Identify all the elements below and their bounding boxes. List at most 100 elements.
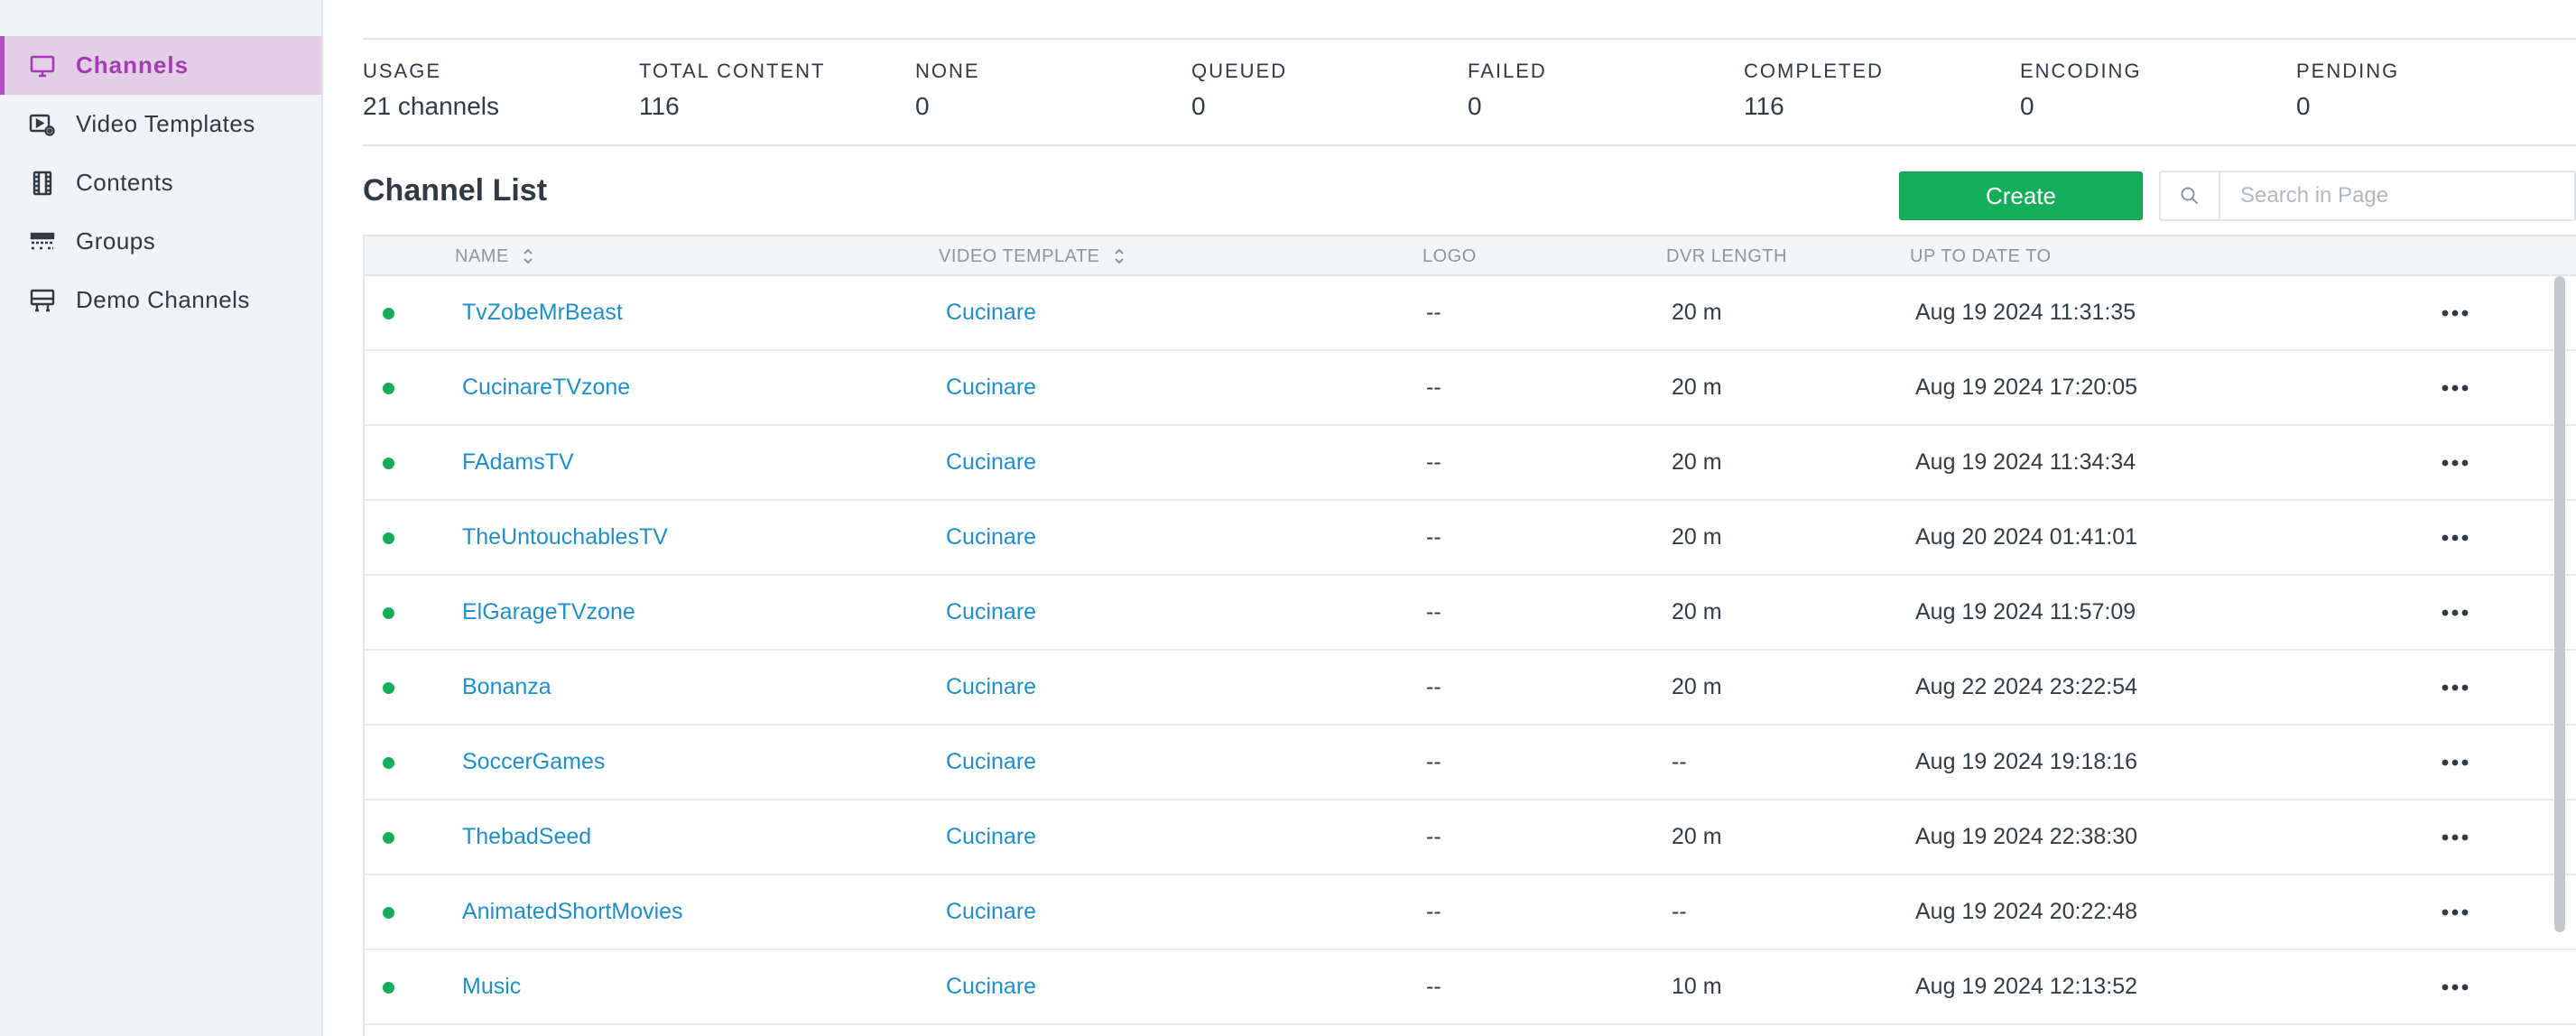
scrollbar-thumb[interactable] bbox=[2554, 276, 2565, 932]
film-strip-icon bbox=[27, 168, 58, 199]
more-options-icon[interactable] bbox=[2437, 426, 2473, 499]
logo-cell: -- bbox=[1426, 974, 1441, 999]
stat-label: TOTAL CONTENT bbox=[639, 60, 826, 82]
table-row: Music Cucinare -- 10 m Aug 19 2024 12:13… bbox=[365, 950, 2576, 1025]
up-to-date-cell: Aug 19 2024 17:20:05 bbox=[1915, 375, 2138, 400]
up-to-date-cell: Aug 19 2024 11:57:09 bbox=[1915, 599, 2136, 624]
video-template-link[interactable]: Cucinare bbox=[946, 501, 1036, 574]
stat-value: 116 bbox=[639, 92, 680, 120]
more-options-icon[interactable] bbox=[2437, 351, 2473, 424]
stat-completed: COMPLETED 116 bbox=[1744, 60, 1884, 121]
channel-name-link[interactable]: AnimatedShortMovies bbox=[462, 875, 683, 948]
logo-cell: -- bbox=[1426, 300, 1441, 325]
channel-name-link[interactable]: Bonanza bbox=[462, 651, 551, 724]
sidebar-item-video-templates[interactable]: Video Templates bbox=[0, 95, 321, 153]
more-options-icon[interactable] bbox=[2437, 800, 2473, 874]
dvr-length-cell: 20 m bbox=[1672, 824, 1722, 849]
monitor-icon bbox=[27, 51, 58, 81]
stat-value: 116 bbox=[1744, 92, 1784, 120]
table-header: NAME VIDEO TEMPLATE LOGO DVR LENGTH UP T… bbox=[365, 236, 2576, 276]
sidebar-item-groups[interactable]: Groups bbox=[0, 212, 321, 271]
status-dot bbox=[383, 308, 394, 319]
video-template-link[interactable]: Cucinare bbox=[946, 800, 1036, 874]
dvr-length-cell: 20 m bbox=[1672, 449, 1722, 475]
table-row: FAdamsTV Cucinare -- 20 m Aug 19 2024 11… bbox=[365, 426, 2576, 501]
table-scrollbar[interactable] bbox=[2554, 276, 2565, 1036]
channel-name-link[interactable]: SoccerGames bbox=[462, 726, 605, 799]
stat-value: 0 bbox=[2020, 92, 2034, 120]
sidebar-item-contents[interactable]: Contents bbox=[0, 153, 321, 212]
column-header-video-template[interactable]: VIDEO TEMPLATE bbox=[939, 236, 1126, 276]
table-row: TvZobeMrBeast Cucinare -- 20 m Aug 19 20… bbox=[365, 276, 2576, 351]
more-options-icon[interactable] bbox=[2437, 875, 2473, 948]
more-options-icon[interactable] bbox=[2437, 950, 2473, 1023]
stats-bar: USAGE 21 channels TOTAL CONTENT 116 NONE… bbox=[363, 60, 2576, 144]
status-dot bbox=[383, 832, 394, 844]
page-title: Channel List bbox=[363, 173, 548, 208]
stat-value: 0 bbox=[915, 92, 930, 120]
logo-cell: -- bbox=[1426, 524, 1441, 550]
column-header-name[interactable]: NAME bbox=[455, 236, 534, 276]
column-header-up-to-date-to: UP TO DATE TO bbox=[1910, 236, 2052, 276]
video-settings-icon bbox=[27, 109, 58, 140]
more-options-icon[interactable] bbox=[2437, 651, 2473, 724]
channel-name-link[interactable]: Music bbox=[462, 950, 521, 1023]
column-header-label: UP TO DATE TO bbox=[1910, 245, 2052, 266]
sidebar-item-label: Channels bbox=[76, 51, 190, 79]
sidebar-item-label: Demo Channels bbox=[76, 286, 250, 313]
logo-cell: -- bbox=[1426, 599, 1441, 624]
table-row: TheUntouchablesTV Cucinare -- 20 m Aug 2… bbox=[365, 501, 2576, 576]
column-header-label: LOGO bbox=[1422, 245, 1477, 266]
up-to-date-cell: Aug 19 2024 11:34:34 bbox=[1915, 449, 2136, 475]
video-template-link[interactable]: Cucinare bbox=[946, 875, 1036, 948]
up-to-date-cell: Aug 19 2024 12:13:52 bbox=[1915, 974, 2138, 999]
sidebar-nav: Channels Video Templates Contents Groups… bbox=[0, 36, 321, 329]
status-dot bbox=[383, 532, 394, 544]
logo-cell: -- bbox=[1426, 449, 1441, 475]
logo-cell: -- bbox=[1426, 824, 1441, 849]
sort-icon[interactable] bbox=[522, 247, 534, 265]
video-template-link[interactable]: Cucinare bbox=[946, 576, 1036, 649]
sidebar-item-label: Video Templates bbox=[76, 110, 255, 137]
more-options-icon[interactable] bbox=[2437, 276, 2473, 349]
channel-name-link[interactable]: FAdamsTV bbox=[462, 426, 574, 499]
sidebar-item-label: Contents bbox=[76, 169, 174, 196]
search-box bbox=[2159, 171, 2576, 221]
channel-name-link[interactable]: ElGarageTVzone bbox=[462, 576, 635, 649]
video-template-link[interactable]: Cucinare bbox=[946, 276, 1036, 349]
sidebar-item-channels[interactable]: Channels bbox=[0, 36, 321, 95]
more-options-icon[interactable] bbox=[2437, 501, 2473, 574]
sidebar-item-label: Groups bbox=[76, 227, 156, 254]
channel-name-link[interactable]: CucinareTVzone bbox=[462, 351, 630, 424]
column-header-label: DVR LENGTH bbox=[1666, 245, 1787, 266]
create-button[interactable]: Create bbox=[1899, 171, 2143, 220]
divider bbox=[363, 144, 2576, 146]
stat-label: ENCODING bbox=[2020, 60, 2142, 82]
channel-name-link[interactable]: ThebadSeed bbox=[462, 800, 591, 874]
up-to-date-cell: Aug 19 2024 19:18:16 bbox=[1915, 749, 2138, 774]
main-content: USAGE 21 channels TOTAL CONTENT 116 NONE… bbox=[323, 0, 2576, 1036]
video-template-link[interactable]: Cucinare bbox=[946, 950, 1036, 1023]
column-header-dvr-length: DVR LENGTH bbox=[1666, 236, 1787, 276]
more-options-icon[interactable] bbox=[2437, 726, 2473, 799]
video-template-link[interactable]: Cucinare bbox=[946, 651, 1036, 724]
video-template-link[interactable]: Cucinare bbox=[946, 351, 1036, 424]
channel-name-link[interactable]: TheUntouchablesTV bbox=[462, 501, 668, 574]
sidebar: Channels Video Templates Contents Groups… bbox=[0, 0, 323, 1036]
channel-name-link[interactable]: TvZobeMrBeast bbox=[462, 276, 623, 349]
more-options-icon[interactable] bbox=[2437, 576, 2473, 649]
dvr-length-cell: -- bbox=[1672, 899, 1687, 924]
sort-icon[interactable] bbox=[1113, 247, 1126, 265]
sidebar-item-demo-channels[interactable]: Demo Channels bbox=[0, 271, 321, 329]
dvr-length-cell: 20 m bbox=[1672, 599, 1722, 624]
stat-label: USAGE bbox=[363, 60, 442, 82]
status-dot bbox=[383, 458, 394, 469]
logo-cell: -- bbox=[1426, 749, 1441, 774]
search-input[interactable] bbox=[2220, 173, 2574, 218]
status-dot bbox=[383, 907, 394, 919]
video-template-link[interactable]: Cucinare bbox=[946, 426, 1036, 499]
dvr-length-cell: 10 m bbox=[1672, 974, 1722, 999]
channel-table: NAME VIDEO TEMPLATE LOGO DVR LENGTH UP T… bbox=[363, 235, 2576, 1036]
video-template-link[interactable]: Cucinare bbox=[946, 726, 1036, 799]
table-row: AnimatedShortMovies Cucinare -- -- Aug 1… bbox=[365, 875, 2576, 950]
